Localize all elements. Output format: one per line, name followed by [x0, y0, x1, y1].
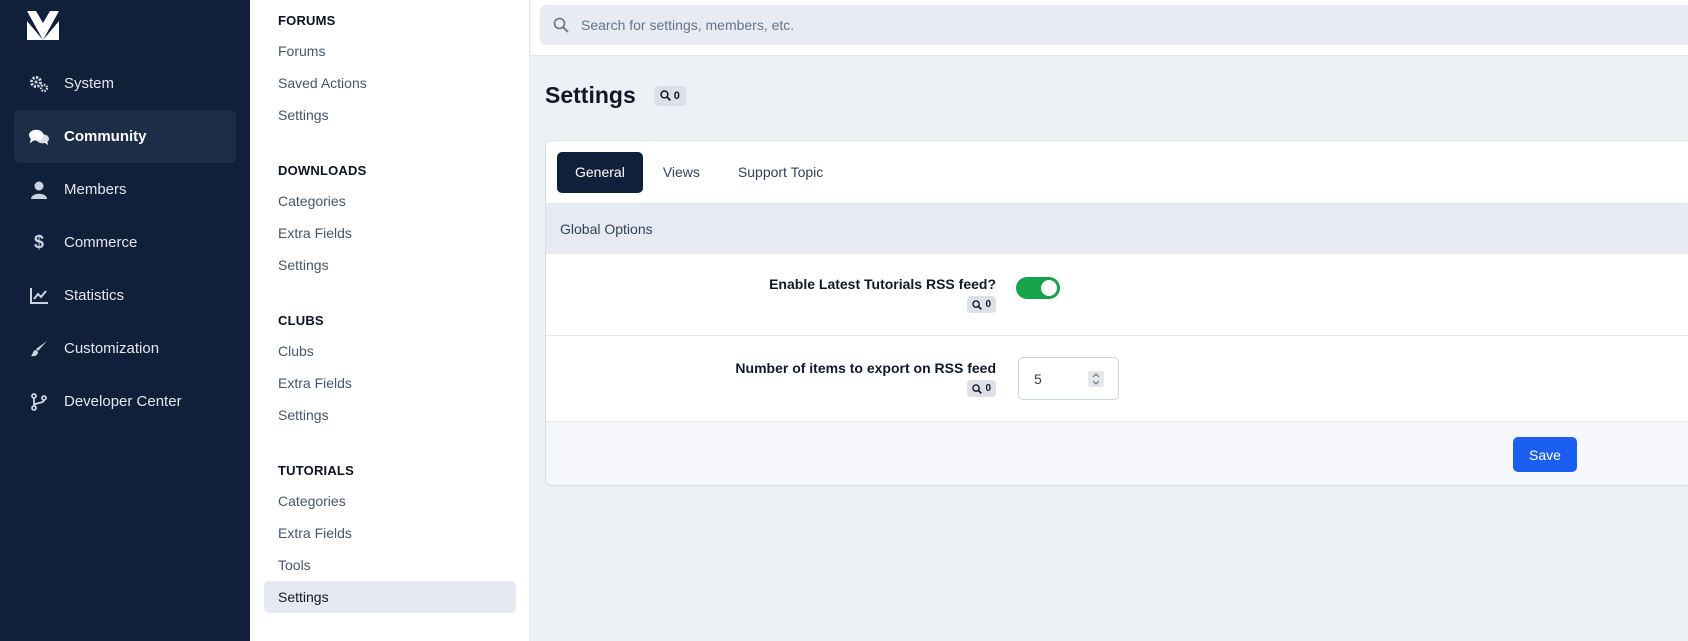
nav-item-community[interactable]: Community [14, 110, 236, 163]
nav-item-label: Members [64, 181, 127, 198]
nav-item-statistics[interactable]: Statistics [14, 269, 236, 322]
tab-general[interactable]: General [557, 151, 643, 193]
chevron-down-icon[interactable] [1092, 380, 1100, 385]
code-branch-icon [29, 392, 49, 412]
setting-label: Number of items to export on RSS feed 0 [735, 360, 996, 399]
sub-nav-item-clubs-settings[interactable]: Settings [264, 399, 516, 431]
nav-group-heading: CLUBS [278, 313, 324, 328]
primary-sidebar: System Community Members $ Commerce Stat… [0, 0, 250, 641]
search-keywords-badge[interactable]: 0 [967, 296, 996, 313]
logo-icon[interactable] [27, 11, 59, 40]
sub-nav-item-forums-settings[interactable]: Settings [264, 99, 516, 131]
search-keywords-badge[interactable]: 0 [653, 85, 686, 106]
spin-buttons[interactable] [1088, 371, 1104, 387]
tab-bar: General Views Support Topic [546, 141, 1688, 204]
rss-items-input[interactable] [1034, 370, 1084, 387]
nav-group-heading: TUTORIALS [278, 463, 354, 478]
nav-item-commerce[interactable]: $ Commerce [14, 216, 236, 269]
badge-count: 0 [985, 383, 991, 394]
search-input[interactable] [581, 17, 1181, 33]
setting-label-text: Number of items to export on RSS feed [735, 360, 996, 376]
setting-label-text: Enable Latest Tutorials RSS feed? [769, 276, 996, 292]
paint-brush-icon [29, 339, 49, 359]
nav-item-label: System [64, 75, 115, 92]
sub-nav-item-tutorials-extra-fields[interactable]: Extra Fields [264, 517, 516, 549]
nav-group-forums: FORUMS Forums Saved Actions Settings [264, 11, 516, 131]
gears-icon [29, 74, 49, 94]
nav-group-downloads: DOWNLOADS Categories Extra Fields Settin… [264, 161, 516, 281]
badge-count: 0 [673, 89, 680, 102]
sub-nav-item-tutorials-settings[interactable]: Settings [264, 581, 516, 613]
nav-item-label: Customization [64, 340, 160, 357]
nav-group-heading: FORUMS [278, 13, 336, 28]
sub-nav-item-downloads-settings[interactable]: Settings [264, 249, 516, 281]
sub-nav-item-downloads-extra-fields[interactable]: Extra Fields [264, 217, 516, 249]
page-header: Settings 0 [545, 82, 686, 109]
chevron-up-icon[interactable] [1092, 373, 1100, 378]
search-icon [660, 90, 671, 101]
sub-nav-item-downloads-categories[interactable]: Categories [264, 185, 516, 217]
nav-item-label: Statistics [64, 287, 125, 304]
sub-nav-item-forums[interactable]: Forums [264, 35, 516, 67]
settings-card: General Views Support Topic Global Optio… [545, 140, 1688, 486]
search-icon [553, 17, 569, 33]
nav-group-tutorials: TUTORIALS Categories Extra Fields Tools … [264, 461, 516, 613]
nav-item-customization[interactable]: Customization [14, 322, 236, 375]
setting-row-rss-items: Number of items to export on RSS feed 0 [546, 336, 1688, 422]
sub-nav-item-clubs[interactable]: Clubs [264, 335, 516, 367]
nav-group-clubs: CLUBS Clubs Extra Fields Settings [264, 311, 516, 431]
primary-nav-list: System Community Members $ Commerce Stat… [14, 57, 236, 428]
form-footer: Save [546, 422, 1688, 485]
line-chart-icon [29, 286, 49, 306]
secondary-sidebar: FORUMS Forums Saved Actions Settings DOW… [250, 0, 530, 641]
rss-items-stepper[interactable] [1018, 357, 1119, 400]
setting-label: Enable Latest Tutorials RSS feed? 0 [769, 276, 996, 315]
main-content: Settings 0 General Views Support Topic G… [531, 0, 1688, 641]
search-header [531, 0, 1688, 56]
nav-item-label: Developer Center [64, 393, 182, 410]
search-icon [972, 299, 983, 310]
section-header: Global Options [546, 204, 1688, 254]
rss-feed-toggle[interactable] [1016, 277, 1060, 299]
search-keywords-badge[interactable]: 0 [967, 380, 996, 397]
nav-item-system[interactable]: System [14, 57, 236, 110]
nav-item-label: Community [64, 128, 147, 145]
user-icon [29, 180, 49, 200]
setting-row-rss-enable: Enable Latest Tutorials RSS feed? 0 [546, 254, 1688, 336]
dollar-icon: $ [33, 232, 44, 252]
badge-count: 0 [985, 299, 991, 310]
sub-nav-item-tutorials-categories[interactable]: Categories [264, 485, 516, 517]
save-button[interactable]: Save [1513, 437, 1577, 472]
tab-support-topic[interactable]: Support Topic [720, 152, 841, 193]
sub-nav-item-tutorials-tools[interactable]: Tools [264, 549, 516, 581]
nav-item-members[interactable]: Members [14, 163, 236, 216]
search-icon [972, 383, 983, 394]
toggle-knob [1041, 280, 1057, 296]
comments-icon [29, 127, 49, 147]
nav-group-heading: DOWNLOADS [278, 163, 367, 178]
sub-nav-item-clubs-extra-fields[interactable]: Extra Fields [264, 367, 516, 399]
nav-item-developer-center[interactable]: Developer Center [14, 375, 236, 428]
search-bar[interactable] [540, 5, 1688, 45]
sub-nav-item-saved-actions[interactable]: Saved Actions [264, 67, 516, 99]
nav-item-label: Commerce [64, 234, 138, 251]
tab-views[interactable]: Views [645, 152, 718, 193]
page-title: Settings [545, 82, 636, 108]
